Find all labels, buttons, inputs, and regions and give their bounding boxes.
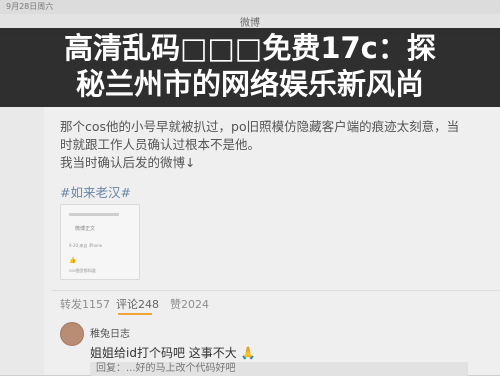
headline-line-2: 秘兰州市的网络娱乐新风尚 [75,67,424,101]
reply-preview[interactable]: 回复：...好的马上改个代码好吧 [90,362,468,376]
card-footer: cos圈里都知道 [69,268,96,273]
embedded-post-card[interactable]: 微博正文 9-20 来自 iPhone 👍 cos圈里都知道 [60,204,140,280]
status-date: 9月28日周六 [6,2,54,11]
status-bar: 9月28日周六 [0,0,500,14]
tab-repost[interactable]: 转发1157 [60,296,110,312]
post-paragraph-2: 我当时确认后发的微博↓ [60,155,196,170]
post-paragraph: 那个cos他的小号早就被扒过，po旧照模仿隐藏客户端的痕迹太刻意，当时就跟工作人… [60,119,460,152]
card-title: 微博正文 [75,226,96,232]
hashtag-link[interactable]: #如来老汉# [60,182,131,201]
comment-username[interactable]: 稚兔日志 [90,325,130,340]
card-meta: 9-20 来自 iPhone [69,243,103,248]
avatar[interactable] [60,322,84,346]
card-like-icon: 👍 [69,257,77,264]
comment-text: 姐姐给id打个码吧 这事不大 🙏 [90,346,256,360]
tabs-divider [52,290,500,291]
tab-comments[interactable]: 评论248 [116,296,159,312]
active-tab-indicator [118,313,152,315]
tab-likes[interactable]: 赞2024 [170,296,209,312]
post-body: 那个cos他的小号早就被扒过，po旧照模仿隐藏客户端的痕迹太刻意，当时就跟工作人… [60,118,470,172]
card-header-line [69,213,119,216]
headline-line-1: 高清乱码□□□免费17c：探 [64,31,436,65]
